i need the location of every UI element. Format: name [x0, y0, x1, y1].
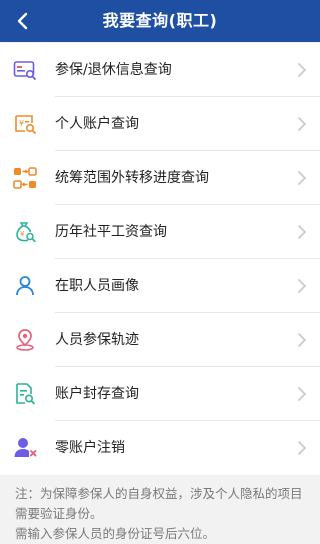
chevron-right-icon — [298, 117, 307, 131]
menu-item-insurance-track[interactable]: 人员参保轨迹 — [0, 313, 320, 367]
menu-item-zero-account-cancel[interactable]: 零账户注销 — [0, 421, 320, 475]
menu-item-account-sealed[interactable]: 账户封存查询 — [0, 367, 320, 421]
money-bag-search-icon: ¥ — [13, 220, 37, 244]
chevron-right-icon — [298, 441, 307, 455]
menu-item-label: 人员参保轨迹 — [55, 332, 139, 348]
yuan-account-search-icon: ¥ — [13, 112, 37, 136]
page-title: 我要查询(职工) — [102, 11, 218, 30]
svg-text:¥: ¥ — [20, 230, 25, 238]
menu-item-average-wage[interactable]: ¥ 历年社平工资查询 — [0, 205, 320, 259]
chevron-right-icon — [298, 279, 307, 293]
note-line-2: 需输入参保人员的身份证号后六位。 — [15, 526, 216, 541]
menu-item-personal-account[interactable]: ¥ 个人账户查询 — [0, 97, 320, 151]
chevron-right-icon — [298, 387, 307, 401]
query-menu-list: 参保/退休信息查询 ¥ 个人账户查询 统筹范围外转移进度查询 ¥ 历年社平工资查… — [0, 43, 320, 475]
transfer-progress-icon — [13, 166, 37, 190]
menu-item-employee-profile[interactable]: 在职人员画像 — [0, 259, 320, 313]
svg-text:¥: ¥ — [19, 119, 24, 128]
menu-item-label: 在职人员画像 — [55, 278, 139, 294]
menu-item-label: 个人账户查询 — [55, 116, 139, 132]
user-remove-icon — [13, 436, 37, 460]
app-header: 我要查询(职工) — [0, 0, 320, 42]
menu-item-transfer-progress[interactable]: 统筹范围外转移进度查询 — [0, 151, 320, 205]
menu-item-label: 参保/退休信息查询 — [55, 62, 172, 78]
chevron-right-icon — [298, 333, 307, 347]
chevron-right-icon — [298, 171, 307, 185]
menu-item-label: 账户封存查询 — [55, 386, 139, 402]
menu-item-label: 零账户注销 — [55, 440, 125, 456]
location-track-icon — [13, 328, 37, 352]
privacy-note: 注：为保障参保人的自身权益，涉及个人隐私的项目需要验证身份。 需输入参保人员的身… — [0, 476, 320, 544]
document-search-icon — [13, 382, 37, 406]
menu-item-insurance-retirement-info[interactable]: 参保/退休信息查询 — [0, 43, 320, 97]
menu-item-label: 历年社平工资查询 — [55, 224, 167, 240]
menu-item-label: 统筹范围外转移进度查询 — [55, 170, 209, 186]
chevron-right-icon — [298, 225, 307, 239]
note-line-1: 注：为保障参保人的自身权益，涉及个人隐私的项目需要验证身份。 — [15, 486, 303, 521]
id-card-search-icon — [13, 58, 37, 82]
person-icon — [13, 274, 37, 298]
chevron-right-icon — [298, 63, 307, 77]
